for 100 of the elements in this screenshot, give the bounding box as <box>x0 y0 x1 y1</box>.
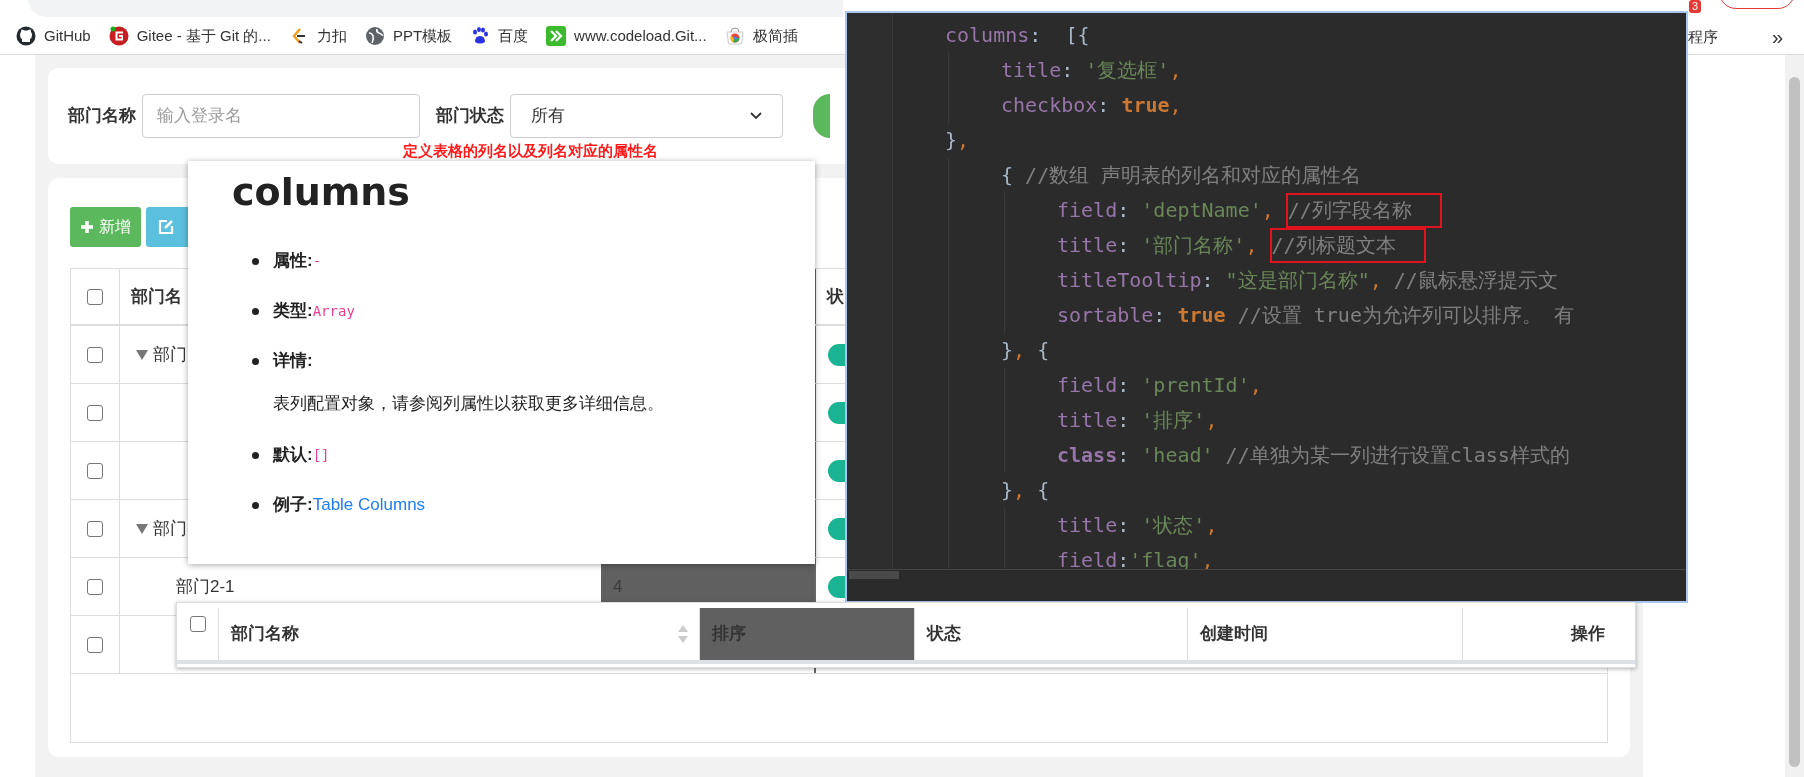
code-token: title <box>1057 512 1118 539</box>
property-label: 属性: <box>273 250 313 273</box>
code-token: titleTooltip <box>1057 267 1202 294</box>
code-token: , <box>1261 197 1275 224</box>
code-token: : <box>1097 92 1111 119</box>
code-token: 'deptName' <box>1141 197 1262 224</box>
code-token: true <box>1121 92 1170 119</box>
code-token: : <box>1117 232 1131 259</box>
scrollbar[interactable] <box>849 571 899 579</box>
checkbox[interactable] <box>87 578 103 595</box>
bookmark[interactable]: PPT模板 <box>356 21 461 51</box>
bookmark[interactable]: 程序 <box>1688 26 1718 49</box>
column-header[interactable]: 状 <box>827 283 844 310</box>
more-bookmarks-button[interactable]: » <box>1772 22 1784 52</box>
code-token: : [{ <box>1029 22 1090 49</box>
collapse-triangle-icon[interactable] <box>136 349 148 360</box>
code-token: : <box>1117 442 1131 469</box>
bullet-icon <box>252 307 259 315</box>
code-token: '状态' <box>1141 512 1206 539</box>
code-token: , <box>1205 407 1218 434</box>
column-header[interactable]: 部门名 <box>131 283 182 310</box>
code-token: 'head' <box>1141 442 1214 469</box>
checkbox[interactable] <box>87 462 103 479</box>
property-label: 详情: <box>273 350 313 373</box>
code-token: , <box>957 127 970 154</box>
circle-logo-icon <box>108 26 129 46</box>
code-token: true <box>1177 302 1226 329</box>
code-token: { <box>1001 162 1015 189</box>
code-token: : <box>1117 512 1131 539</box>
code-token: } <box>945 127 958 154</box>
checkbox[interactable] <box>87 346 103 363</box>
code-token: , <box>1169 57 1182 84</box>
field-label: 部门名称 <box>68 105 136 128</box>
globe-icon <box>364 26 385 46</box>
field-label: 部门状态 <box>436 105 504 128</box>
code-token: 'prentId' <box>1141 372 1250 399</box>
code-token: : <box>1117 197 1131 224</box>
bullet-icon <box>252 257 259 265</box>
bookmark[interactable]: 百度 <box>462 21 537 51</box>
code-token: : <box>1117 372 1131 399</box>
code-token: sortable <box>1057 302 1154 329</box>
code-token: , <box>1249 372 1262 399</box>
bookmark[interactable]: 力扣 <box>280 21 355 51</box>
notification-badge: 3 <box>1689 0 1701 13</box>
code-token: field <box>1057 372 1118 399</box>
code-token: , <box>1013 477 1027 504</box>
checkbox[interactable] <box>87 636 103 653</box>
edit-icon <box>158 219 174 235</box>
chevron-down-icon <box>750 112 762 120</box>
checkbox[interactable] <box>87 404 103 421</box>
popup-title: columns <box>232 169 411 216</box>
input-field[interactable]: 输入登录名 <box>142 94 420 138</box>
bookmark[interactable]: GitHub <box>8 21 99 51</box>
code-token: , <box>1205 512 1218 539</box>
highlighted-comment: //列标题文本 <box>1269 228 1426 263</box>
code-token: checkbox <box>1001 92 1098 119</box>
double-chevron-icon <box>546 26 567 46</box>
sort-icon <box>677 624 689 644</box>
code-token: : <box>1201 267 1215 294</box>
code-token: , <box>1369 267 1383 294</box>
bullet-icon <box>252 357 259 365</box>
table-cell-text: 部门 <box>153 343 187 366</box>
shopping-bag-icon <box>724 26 745 46</box>
code-token: //鼠标悬浮提示文 <box>1393 267 1558 294</box>
code-token: title <box>1057 407 1118 434</box>
cat-silhouette-icon <box>16 26 36 46</box>
bookmark[interactable]: www.codeload.Git... <box>538 21 715 51</box>
collapse-triangle-icon[interactable] <box>136 523 148 534</box>
property-label: 例子: <box>273 494 313 517</box>
code-token: { <box>1037 477 1050 504</box>
code-token: , <box>1169 92 1182 119</box>
code-token: class <box>1057 442 1118 469</box>
bullet-icon <box>252 451 259 459</box>
code-token: title <box>1001 57 1062 84</box>
checkbox[interactable] <box>189 616 206 632</box>
checkbox[interactable] <box>87 288 103 305</box>
scrollbar[interactable] <box>1785 55 1804 777</box>
code-token: : <box>1153 302 1167 329</box>
plus-icon <box>80 220 94 234</box>
code-token: title <box>1057 232 1118 259</box>
annotation-text: 定义表格的列名以及列名对应的属性名 <box>403 142 658 159</box>
code-token: //单独为某一列进行设置class样式的 <box>1224 442 1570 469</box>
bookmark[interactable]: 极简插 <box>716 21 806 51</box>
table-cell-text: 部门 <box>153 517 187 540</box>
action-button[interactable] <box>813 94 830 138</box>
example-link[interactable]: Table Columns <box>312 492 426 518</box>
code-token: , <box>1013 337 1027 364</box>
property-value: Array <box>312 302 355 322</box>
bookmark[interactable]: Gitee - 基于 Git 的... <box>100 21 279 51</box>
code-token: columns <box>945 22 1030 49</box>
property-value: [] <box>312 446 330 466</box>
select-field[interactable]: 所有 <box>510 94 783 138</box>
code-token: '部门名称' <box>1141 232 1246 259</box>
code-token: } <box>1001 477 1014 504</box>
checkbox[interactable] <box>87 520 103 537</box>
table-cell-text: 部门2-1 <box>176 575 235 598</box>
description-text: 表列配置对象，请参阅列属性以获取更多详细信息。 <box>272 393 665 415</box>
highlighted-comment: //列字段名称 <box>1285 193 1442 228</box>
code-token: //数组 声明表的列名和对应的属性名 <box>1025 162 1362 189</box>
code-token: //设置 true为允许列可以排序。 有 <box>1236 302 1574 329</box>
